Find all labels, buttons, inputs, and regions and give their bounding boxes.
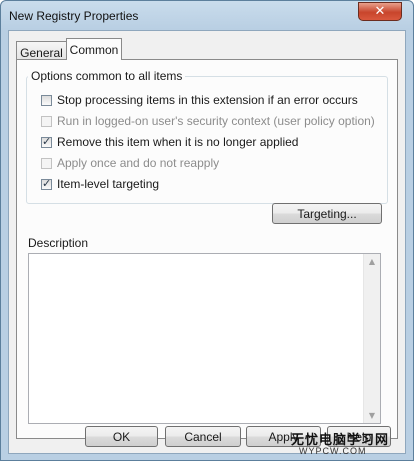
ok-button[interactable]: OK [85, 426, 158, 447]
window-title: New Registry Properties [9, 9, 139, 23]
watermark-sub-text: WYPCW.COM [299, 446, 367, 456]
run-user-context-checkbox [41, 115, 52, 127]
tab-general[interactable]: General [16, 41, 67, 60]
apply-once-checkbox [41, 157, 52, 169]
stop-processing-checkbox[interactable] [41, 94, 52, 106]
run-user-context-label: Run in logged-on user's security context… [57, 114, 375, 128]
description-label: Description [28, 236, 89, 250]
description-scrollbar[interactable]: ▲ ▼ [363, 254, 380, 423]
item-level-targeting-label: Item-level targeting [57, 177, 160, 191]
option-stop-processing[interactable]: Stop processing items in this extension … [41, 92, 358, 108]
close-icon: ✕ [374, 4, 386, 19]
remove-item-checkbox[interactable] [41, 135, 52, 148]
item-level-targeting-checkbox[interactable] [41, 177, 52, 190]
close-button[interactable]: ✕ [358, 2, 402, 21]
option-remove-item[interactable]: Remove this item when it is no longer ap… [41, 134, 298, 150]
properties-window: New Registry Properties ✕ General Common… [0, 0, 414, 461]
watermark-logo: 无忧电脑学习网 WYPCW.COM [291, 429, 411, 459]
scroll-down-arrow-icon[interactable]: ▼ [364, 411, 380, 420]
dialog-client-area: General Common Options common to all ite… [8, 30, 406, 454]
tab-common[interactable]: Common [66, 38, 122, 60]
title-bar[interactable]: New Registry Properties ✕ [1, 1, 413, 31]
tab-panel-common: Options common to all items Stop process… [16, 59, 398, 439]
description-textarea[interactable]: ▲ ▼ [28, 253, 381, 424]
targeting-button[interactable]: Targeting... [272, 203, 382, 224]
scroll-up-arrow-icon[interactable]: ▲ [364, 257, 380, 266]
option-apply-once: Apply once and do not reapply [41, 155, 219, 171]
apply-once-label: Apply once and do not reapply [57, 156, 220, 170]
options-group-legend: Options common to all items [28, 69, 186, 83]
stop-processing-label: Stop processing items in this extension … [57, 93, 358, 107]
cancel-button[interactable]: Cancel [165, 426, 241, 447]
option-item-level-targeting[interactable]: Item-level targeting [41, 176, 159, 192]
option-run-user-context: Run in logged-on user's security context… [41, 113, 375, 129]
remove-item-label: Remove this item when it is no longer ap… [57, 135, 299, 149]
